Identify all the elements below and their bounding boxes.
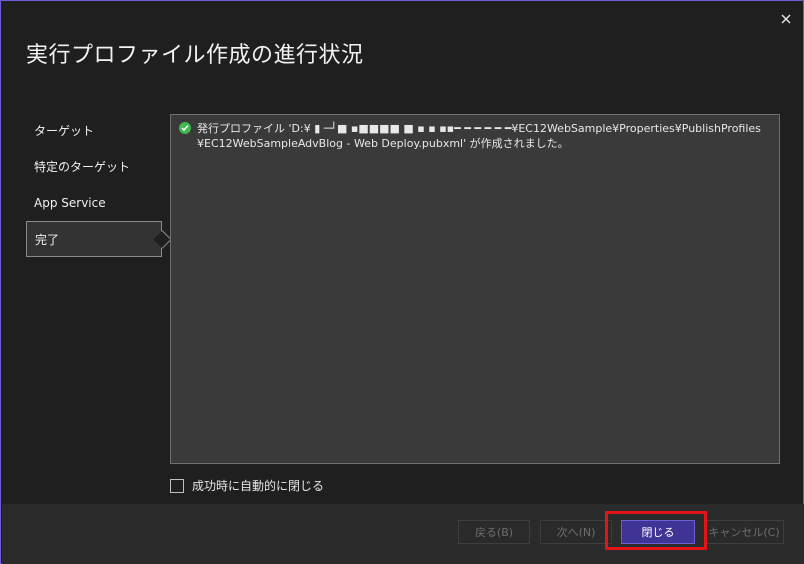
step-finish[interactable]: 完了 — [26, 221, 172, 257]
publish-progress-dialog: 実行プロファイル作成の進行状況 ターゲット 特定のターゲット App Servi… — [0, 0, 804, 564]
log-entry: 発行プロファイル 'D:¥ ▮ ─┘■ ▪■■■■ ■ ▪ ▪ ▪▪━ ━ ━ … — [179, 121, 769, 151]
back-button[interactable]: 戻る(B) — [458, 520, 530, 544]
close-icon[interactable] — [779, 11, 793, 25]
auto-close-label: 成功時に自動的に閉じる — [192, 479, 325, 493]
active-step-indicator — [153, 230, 172, 249]
step-label: ターゲット — [34, 124, 95, 138]
cancel-button[interactable]: キャンセル(C) — [704, 520, 784, 544]
step-app-service[interactable]: App Service — [26, 185, 162, 221]
auto-close-option[interactable]: 成功時に自動的に閉じる — [170, 477, 324, 494]
log-text-line1: 発行プロファイル 'D:¥ ▮ ─┘■ ▪■■■■ ■ ▪ ▪ ▪▪━ ━ ━ … — [197, 122, 761, 135]
step-specific-target[interactable]: 特定のターゲット — [26, 149, 162, 185]
step-label: 特定のターゲット — [34, 160, 131, 174]
step-target[interactable]: ターゲット — [26, 113, 162, 149]
dialog-title: 実行プロファイル作成の進行状況 — [26, 43, 364, 68]
auto-close-checkbox[interactable] — [170, 478, 184, 493]
next-button[interactable]: 次へ(N) — [540, 520, 612, 544]
log-text-line2: ¥EC12WebSampleAdvBlog - Web Deploy.pubxm… — [197, 137, 569, 150]
wizard-steps: ターゲット 特定のターゲット App Service 完了 — [26, 113, 172, 257]
step-label: 完了 — [35, 233, 60, 247]
step-label: App Service — [34, 196, 106, 210]
success-check-icon — [179, 122, 191, 134]
progress-log: 発行プロファイル 'D:¥ ▮ ─┘■ ▪■■■■ ■ ▪ ▪ ▪▪━ ━ ━ … — [170, 114, 780, 464]
highlight-box — [605, 511, 707, 550]
